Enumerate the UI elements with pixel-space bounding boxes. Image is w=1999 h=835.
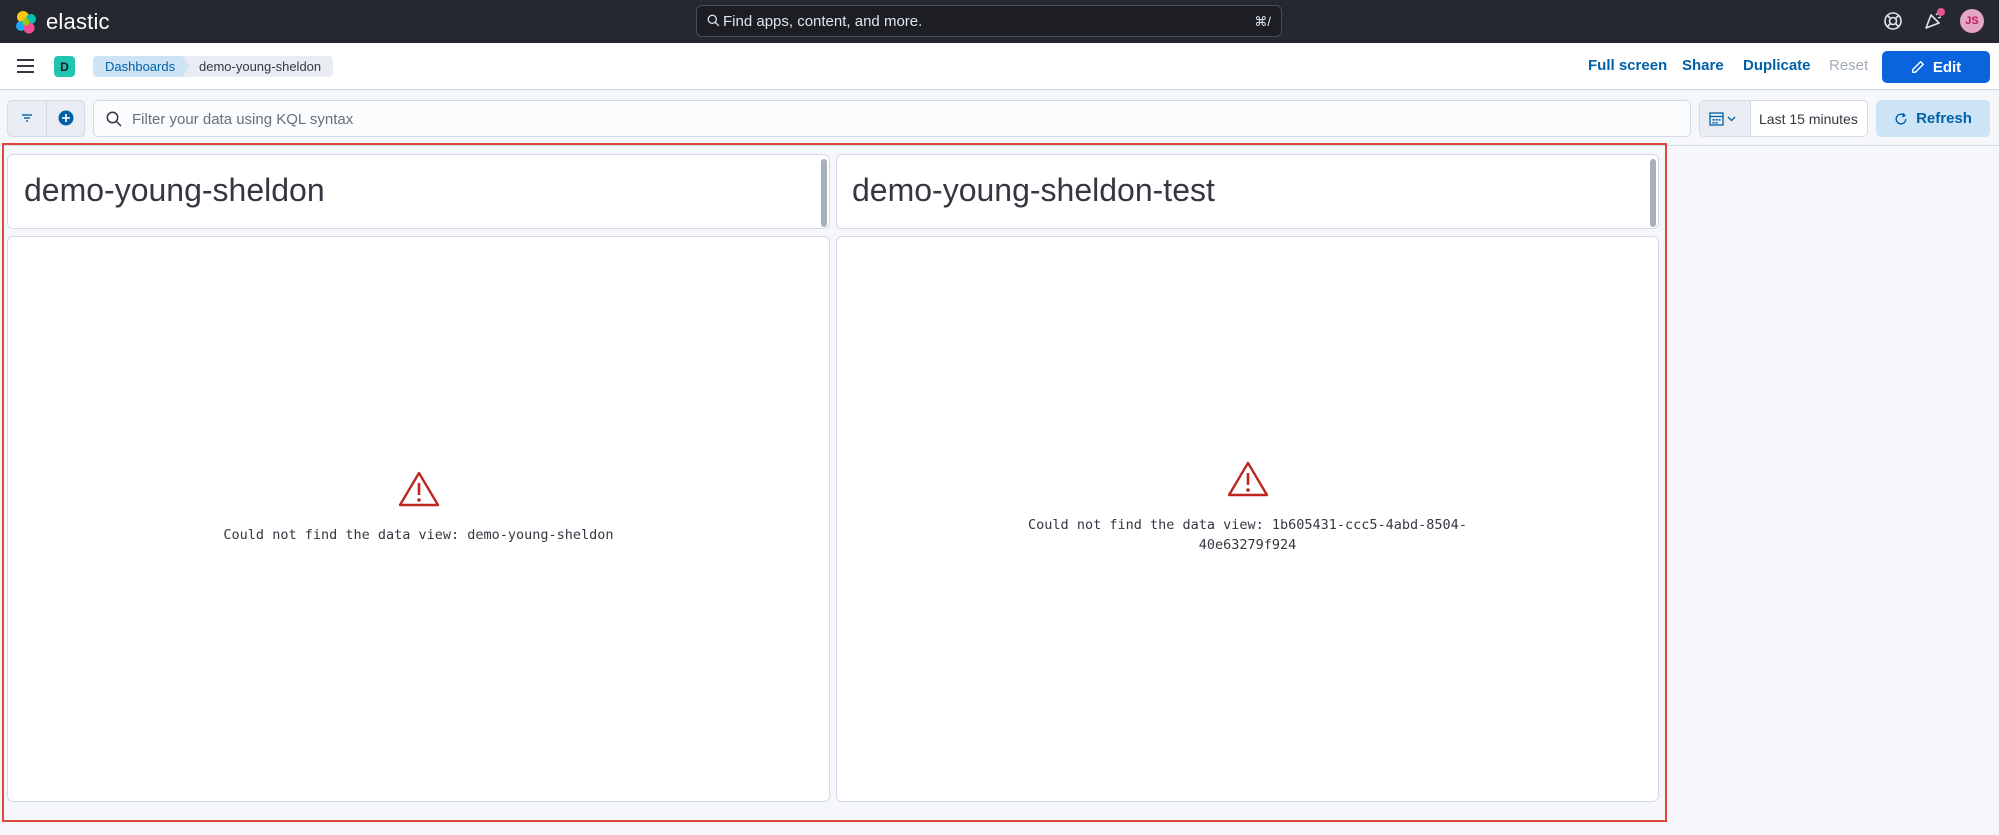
menu-icon[interactable]: [17, 58, 35, 74]
search-icon: [707, 14, 720, 27]
filter-controls: [7, 100, 85, 137]
date-picker[interactable]: Last 15 minutes: [1699, 100, 1868, 137]
global-search-input[interactable]: Find apps, content, and more. ⌘/: [696, 5, 1282, 37]
search-shortcut: ⌘/: [1254, 14, 1271, 29]
kql-placeholder: Filter your data using KQL syntax: [132, 111, 354, 128]
global-header: elastic Find apps, content, and more. ⌘/…: [0, 0, 1999, 43]
time-range-label: Last 15 minutes: [1759, 111, 1858, 127]
elastic-logo-icon: [16, 11, 36, 34]
refresh-icon: [1895, 112, 1907, 125]
edit-button-label: Edit: [1932, 58, 1962, 76]
space-avatar[interactable]: D: [54, 56, 75, 77]
pencil-icon: [1911, 61, 1924, 73]
add-filter-icon[interactable]: [58, 110, 74, 126]
notification-dot: [1937, 8, 1945, 16]
refresh-button[interactable]: Refresh: [1876, 100, 1990, 137]
highlight-outline: [2, 143, 1667, 822]
search-placeholder: Find apps, content, and more.: [723, 13, 923, 30]
duplicate-button[interactable]: Duplicate: [1743, 57, 1811, 74]
app-header: D Dashboards demo-young-sheldon Full scr…: [0, 43, 1999, 90]
brand-name: elastic: [46, 9, 110, 34]
filter-icon[interactable]: [20, 111, 34, 125]
elastic-logo[interactable]: elastic: [14, 9, 110, 35]
full-screen-button[interactable]: Full screen: [1588, 57, 1667, 74]
kql-search-input[interactable]: Filter your data using KQL syntax: [93, 100, 1691, 137]
calendar-icon: [1709, 112, 1736, 126]
filter-divider: [46, 101, 47, 136]
help-icon[interactable]: [1882, 10, 1904, 32]
edit-button[interactable]: Edit: [1882, 51, 1990, 83]
reset-button[interactable]: Reset: [1829, 57, 1868, 74]
refresh-label: Refresh: [1916, 110, 1972, 127]
search-icon: [106, 111, 122, 127]
breadcrumb-current: demo-young-sheldon: [182, 56, 334, 77]
quick-select-button[interactable]: [1700, 101, 1751, 136]
user-avatar[interactable]: JS: [1960, 9, 1984, 33]
share-button[interactable]: Share: [1682, 57, 1724, 74]
breadcrumb-dashboards[interactable]: Dashboards: [93, 56, 193, 77]
query-bar: Filter your data using KQL syntax Last 1…: [0, 91, 1999, 146]
